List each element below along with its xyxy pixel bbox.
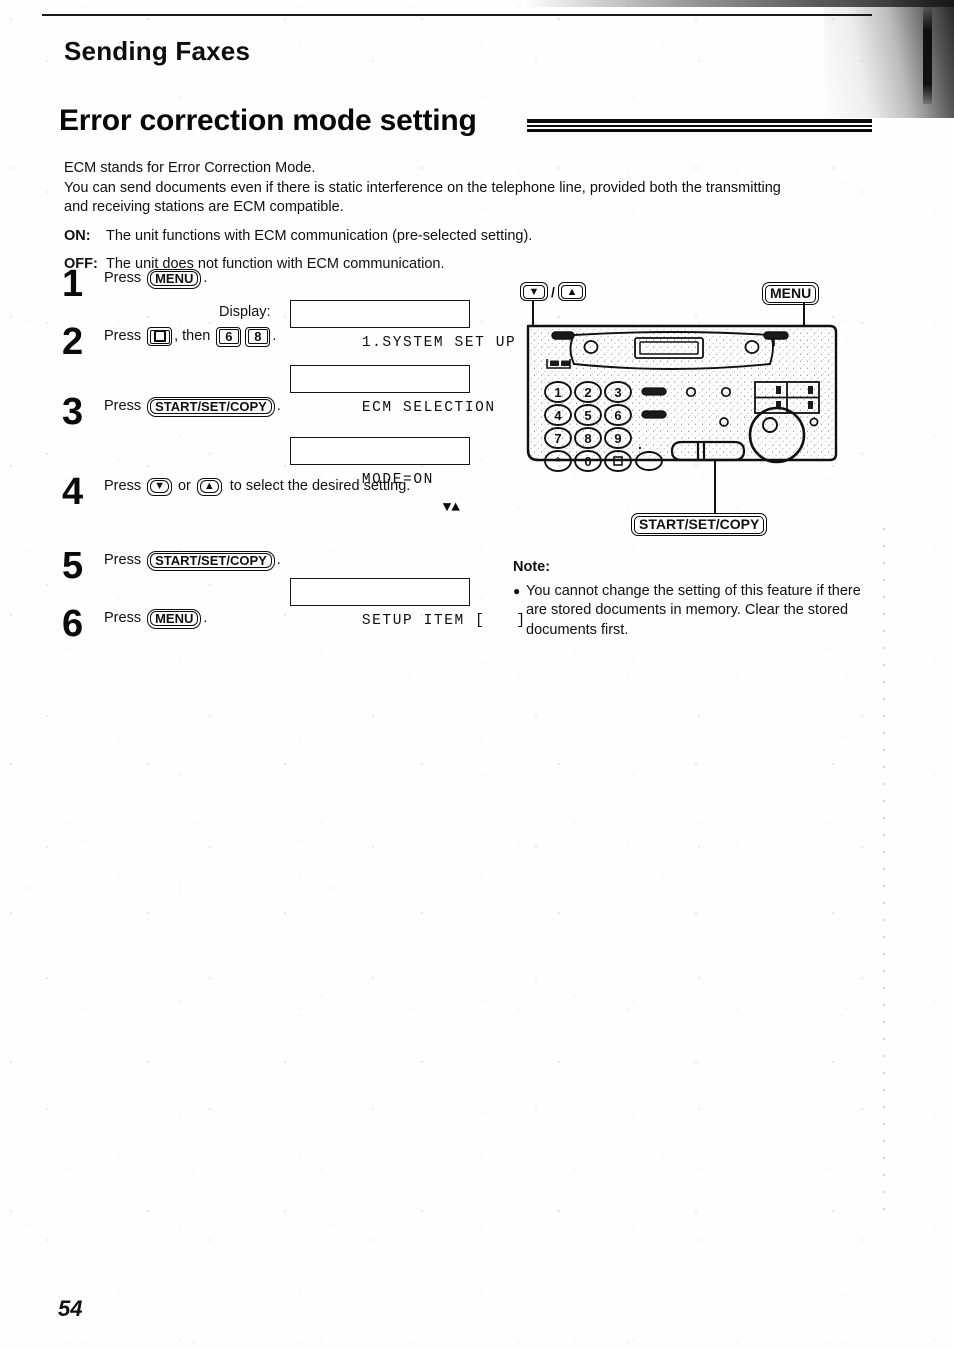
step-6-number: 6 xyxy=(62,603,84,645)
lcd-step-5-text: SETUP ITEM [ ] xyxy=(361,613,527,629)
fax-machine-illustration: 123 456 789 * 0 xyxy=(526,324,838,513)
note-bullet-row: ● You cannot change the setting of this … xyxy=(513,582,863,641)
function-pill-key-1[interactable] xyxy=(641,387,667,396)
step-6-press-word: Press xyxy=(104,610,142,626)
svg-text:2: 2 xyxy=(584,385,591,400)
note-bullet-icon: ● xyxy=(513,583,521,598)
svg-text:1: 1 xyxy=(554,385,561,400)
digit-6-key-chip[interactable]: 6 xyxy=(216,326,242,347)
lcd-step-3: MODE=ON ▼▲ xyxy=(290,437,470,516)
lcd-step-1: 1.SYSTEM SET UP xyxy=(290,300,515,351)
svg-text:6: 6 xyxy=(614,408,621,423)
svg-text:5: 5 xyxy=(584,408,591,423)
step-3-number: 3 xyxy=(62,391,84,433)
menu-key-pill[interactable] xyxy=(763,331,789,340)
step-5-press-word: Press xyxy=(104,552,142,568)
lcd-step-3-arrows: ▼▲ xyxy=(442,500,460,516)
page-title: Error correction mode setting xyxy=(59,104,477,137)
step-5-body: Press START/SET/COPY . xyxy=(104,550,492,571)
up-arrow-icon: ▲ xyxy=(203,479,215,492)
step-2-then-word: , then xyxy=(174,328,211,344)
callout-start-set-copy-label: START/SET/COPY xyxy=(639,516,760,532)
step-2-period: . xyxy=(272,328,277,344)
menu-key-chip-2[interactable]: MENU xyxy=(147,608,202,629)
on-definition: ON: The unit functions with ECM communic… xyxy=(64,227,794,247)
step-4-number: 4 xyxy=(62,471,84,513)
page-content: Sending Faxes Error correction mode sett… xyxy=(0,0,954,1349)
page-number: 54 xyxy=(58,1296,83,1321)
start-set-copy-label-2: START/SET/COPY xyxy=(155,552,267,568)
scanned-page: Sending Faxes Error correction mode sett… xyxy=(0,0,954,1349)
start-set-copy-key-chip[interactable]: START/SET/COPY xyxy=(147,396,275,417)
callout-start-set-copy[interactable]: START/SET/COPY xyxy=(631,513,768,536)
step-3-press-word: Press xyxy=(104,398,142,414)
digit-8-key-chip[interactable]: 8 xyxy=(245,326,271,347)
step-3-period: . xyxy=(276,398,281,414)
lcd-step-5: SETUP ITEM [ ] xyxy=(290,578,525,629)
title-rule xyxy=(527,118,872,132)
menu-key-label: MENU xyxy=(155,270,194,286)
svg-text:8: 8 xyxy=(584,431,591,446)
up-arrow-key-chip[interactable]: ▲ xyxy=(196,477,222,496)
step-4-press-word: Press xyxy=(104,478,142,494)
digit-8-label: 8 xyxy=(254,328,262,344)
step-1-number: 1 xyxy=(62,263,84,305)
note-title: Note: xyxy=(513,559,551,575)
note-text: You cannot change the setting of this fe… xyxy=(526,582,861,638)
step-1-body: Press MENU . xyxy=(104,268,492,289)
on-text: The unit functions with ECM communicatio… xyxy=(106,227,533,244)
indicator-block-a xyxy=(550,360,559,366)
step-2-press-word: Press xyxy=(104,328,142,344)
lcd-step-3-text: MODE=ON xyxy=(361,472,434,488)
start-set-copy-label: START/SET/COPY xyxy=(155,398,267,414)
step-5-number: 5 xyxy=(62,545,84,587)
step-1-period: . xyxy=(203,270,208,286)
keypad-dot-marker xyxy=(638,446,642,450)
step-4-or-word: or xyxy=(177,478,191,494)
menu-key-label-2: MENU xyxy=(155,610,194,626)
lcd-step-1-text: 1.SYSTEM SET UP xyxy=(361,335,517,351)
start-set-copy-key-chip-2[interactable]: START/SET/COPY xyxy=(147,550,275,571)
intro-line-1: ECM stands for Error Correction Mode. xyxy=(64,160,316,176)
on-label: ON: xyxy=(64,227,91,244)
step-2-number: 2 xyxy=(62,321,84,363)
fax-machine-diagram: ▼ / ▲ MENU 1 2 3 4 5 6 7 8 9 * 0 START/S… xyxy=(512,282,874,547)
indicator-block-b xyxy=(561,360,570,366)
step-5-period: . xyxy=(276,552,281,568)
step-1-press-word: Press xyxy=(104,270,142,286)
down-arrow-key-chip[interactable]: ▼ xyxy=(147,477,172,496)
svg-text:7: 7 xyxy=(554,431,561,446)
digit-6-label: 6 xyxy=(225,328,233,344)
function-pill-key-2[interactable] xyxy=(641,410,667,419)
updown-key-pill[interactable] xyxy=(551,331,575,340)
note-block: Note: ● You cannot change the setting of… xyxy=(513,558,863,640)
header-rule xyxy=(42,14,872,16)
running-head: Sending Faxes xyxy=(64,36,251,66)
hash-icon xyxy=(153,330,166,342)
svg-text:3: 3 xyxy=(614,385,621,400)
intro-text: ECM stands for Error Correction Mode. Yo… xyxy=(64,159,794,275)
lcd-step-2-text: ECM SELECTION xyxy=(361,400,496,416)
menu-key-chip[interactable]: MENU xyxy=(147,268,202,289)
lcd-step-2: ECM SELECTION xyxy=(290,365,494,416)
svg-text:0: 0 xyxy=(584,454,591,469)
step-6-period: . xyxy=(203,610,208,626)
display-caption: Display: xyxy=(219,304,271,320)
down-arrow-icon: ▼ xyxy=(154,479,165,492)
svg-text:4: 4 xyxy=(554,408,562,423)
hash-key-chip[interactable] xyxy=(147,327,173,346)
svg-text:9: 9 xyxy=(614,431,621,446)
intro-line-2: You can send documents even if there is … xyxy=(64,179,781,216)
